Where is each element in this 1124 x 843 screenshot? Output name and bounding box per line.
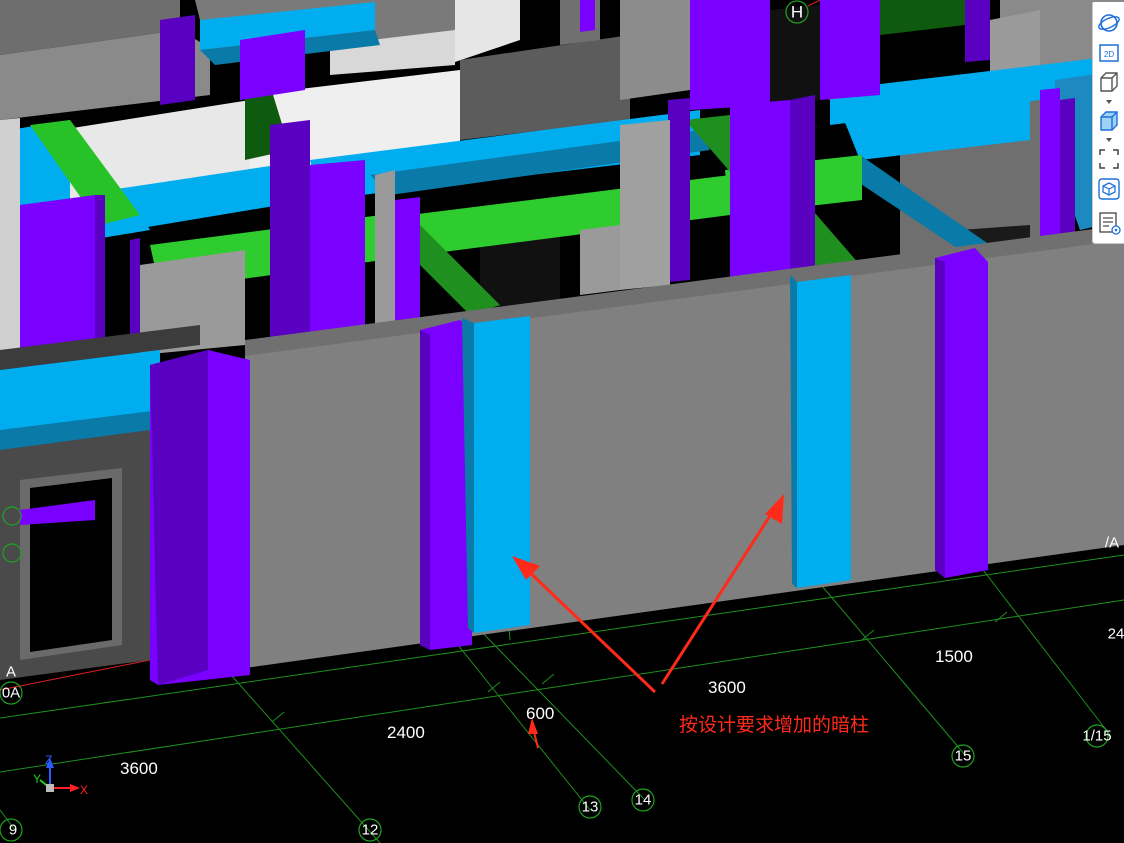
component-cube-icon [1098, 178, 1120, 200]
axis-label-14: 14 [635, 792, 652, 809]
orbit-button[interactable] [1096, 10, 1122, 36]
axis-label-1-15: 1/15 [1082, 728, 1111, 745]
axis-label-15: 15 [955, 748, 972, 765]
property-list-button[interactable] [1096, 210, 1122, 236]
concealed-column-1 [474, 316, 530, 633]
axis-label-9: 9 [9, 822, 17, 839]
axis-label-a: A [6, 664, 16, 681]
dimension-3600-left: 3600 [120, 759, 158, 778]
shaded-view-dropdown[interactable] [1103, 136, 1115, 144]
3d-view-dropdown[interactable] [1103, 98, 1115, 106]
concealed-column-2 [797, 275, 851, 588]
shaded-view-button[interactable] [1096, 108, 1122, 134]
fullscreen-button[interactable] [1096, 146, 1122, 172]
ucs-x-label: X [80, 783, 88, 797]
fullscreen-icon [1099, 149, 1119, 169]
ucs-z-label: Z [45, 753, 52, 767]
building-model [0, 0, 1124, 685]
view-toolbar: 2D [1092, 2, 1124, 244]
orbit-icon [1098, 14, 1120, 32]
axis-label-right-edge: 24 [1108, 626, 1124, 643]
2d-view-label: 2D [1104, 50, 1114, 59]
dropdown-caret-icon [1106, 100, 1112, 104]
component-view-button[interactable] [1096, 176, 1122, 202]
3d-box-icon [1100, 72, 1118, 92]
property-list-icon [1099, 212, 1121, 235]
axis-label-10a: 0A [2, 685, 20, 702]
shaded-box-icon [1100, 111, 1118, 131]
2d-view-button[interactable]: 2D [1096, 40, 1122, 66]
dimension-600: 600 [526, 704, 554, 723]
annotation-text: 按设计要求增加的暗柱 [679, 714, 869, 736]
axis-label-12: 12 [362, 822, 379, 839]
dimension-3600-right: 3600 [708, 678, 746, 697]
ucs-y-label: Y [33, 772, 41, 786]
dimension-2400: 2400 [387, 723, 425, 742]
axis-label-right-a: /A [1105, 535, 1119, 552]
axis-label-h: H [791, 3, 803, 22]
dropdown-caret-icon [1106, 138, 1112, 142]
3d-view-button[interactable] [1096, 69, 1122, 95]
model-3d-viewport[interactable]: H 9 0A A 12 13 14 15 1/15 24 /A 3600 240… [0, 0, 1124, 843]
axis-label-13: 13 [582, 799, 599, 816]
2d-view-icon: 2D [1099, 44, 1119, 62]
dimension-1500: 1500 [935, 647, 973, 666]
